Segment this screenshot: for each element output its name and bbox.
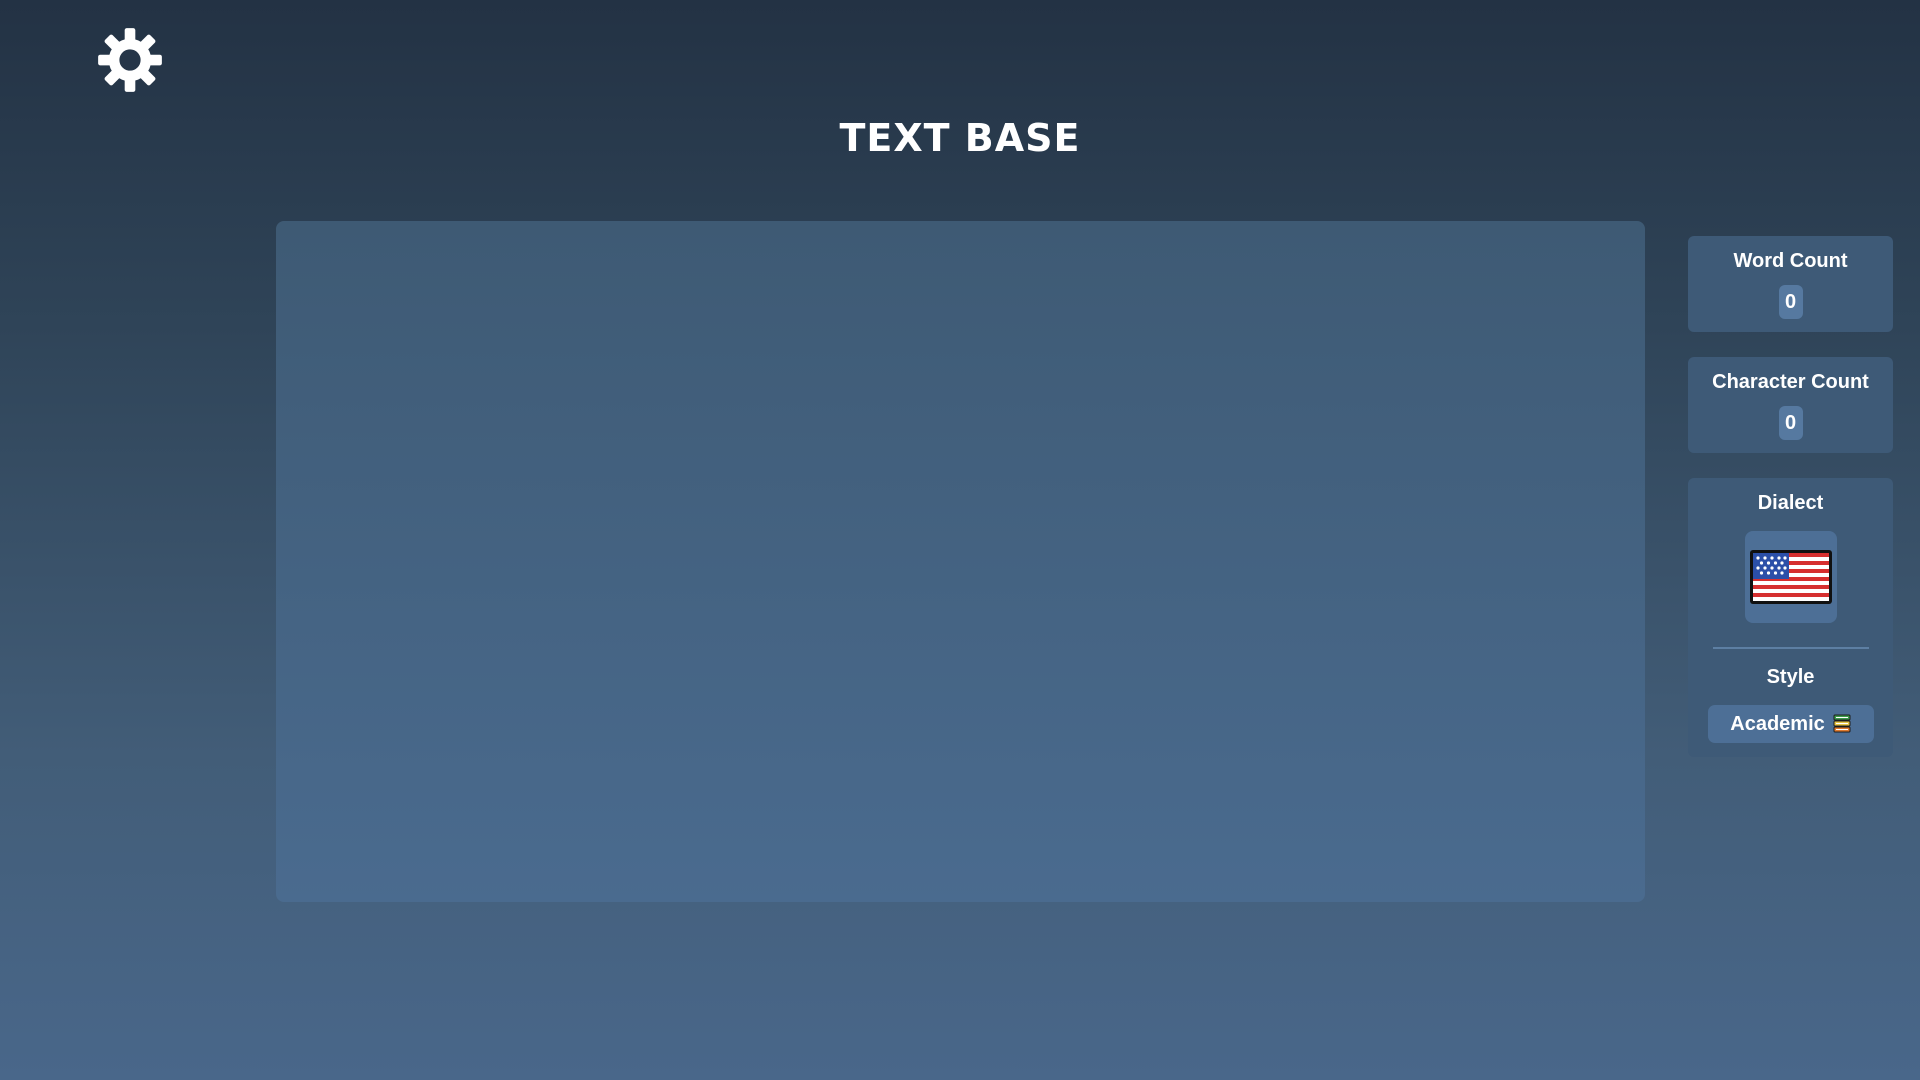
settings-button[interactable]: [96, 26, 164, 94]
text-editor[interactable]: [276, 221, 1645, 902]
word-count-label: Word Count: [1733, 250, 1848, 272]
character-count-panel: Character Count 0: [1688, 357, 1893, 453]
panel-divider: [1712, 647, 1869, 649]
style-value: Academic: [1730, 712, 1825, 735]
app-title: TEXT BASE: [839, 116, 1081, 160]
word-count-value: 0: [1778, 285, 1803, 319]
us-flag-icon: [1749, 550, 1832, 604]
dialect-label: Dialect: [1757, 492, 1824, 514]
books-icon: [1833, 714, 1851, 733]
word-count-panel: Word Count 0: [1688, 236, 1893, 332]
character-count-label: Character Count: [1712, 371, 1869, 393]
style-selector-button[interactable]: Academic: [1707, 705, 1874, 743]
character-count-value: 0: [1778, 406, 1803, 440]
gear-icon: [98, 28, 162, 92]
style-label: Style: [1766, 666, 1815, 688]
dialect-selector-button[interactable]: [1744, 531, 1837, 623]
dialect-style-panel: Dialect Style Academic: [1688, 478, 1893, 757]
